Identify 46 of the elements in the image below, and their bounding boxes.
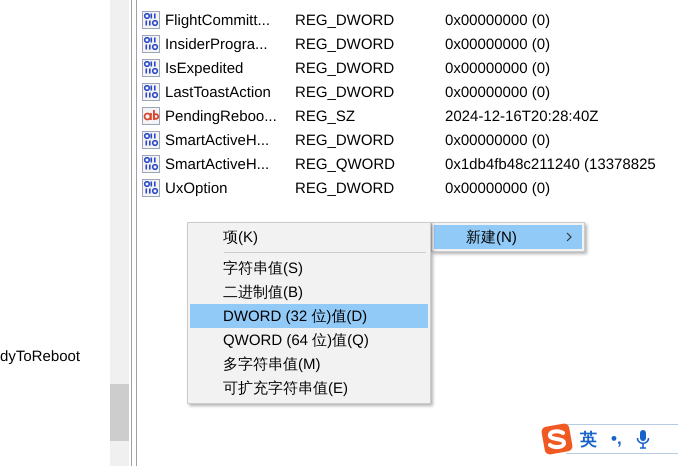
value-name[interactable]: SmartActiveH... [165,156,295,172]
value-data: 2024-12-16T20:28:40Z [445,108,600,124]
value-data: 0x00000000 (0) [445,36,552,52]
punctuation-toggle[interactable]: •, [611,429,622,449]
value-name[interactable]: FlightCommitt... [165,12,295,28]
string-value-icon [142,107,160,125]
value-type: REG_DWORD [295,84,396,100]
menu-item[interactable]: 可扩充字符串值(E) [190,376,428,400]
value-name[interactable]: UxOption [165,180,295,196]
menu-item[interactable]: DWORD (32 位)值(D) [190,304,428,328]
menu-item[interactable]: 新建(N) [434,225,582,249]
binary-value-icon [142,155,160,173]
value-type: REG_DWORD [295,132,396,148]
binary-value-icon [142,11,160,29]
microphone-icon[interactable] [636,429,650,449]
binary-value-icon [142,179,160,197]
menu-item[interactable]: 多字符串值(M) [190,352,428,376]
value-data: 0x00000000 (0) [445,84,552,100]
menu-item[interactable]: 项(K) [190,225,428,249]
tree-item[interactable]: dyToReboot [0,346,110,368]
binary-value-icon [142,35,160,53]
scrollbar-thumb[interactable] [110,384,129,441]
menu-item[interactable]: QWORD (64 位)值(Q) [190,328,428,352]
value-data: 0x1db4fb48c211240 (13378825 [445,156,657,172]
binary-value-icon [142,83,160,101]
value-name[interactable]: SmartActiveH... [165,132,295,148]
value-name[interactable]: PendingReboo... [165,108,295,124]
value-name[interactable]: InsiderProgra... [165,36,295,52]
value-type: REG_DWORD [295,12,396,28]
binary-value-icon [142,131,160,149]
language-toggle[interactable]: 英 [580,428,597,450]
menu-item[interactable]: 字符串值(S) [190,256,428,280]
binary-value-icon [142,59,160,77]
value-data: 0x00000000 (0) [445,180,552,196]
value-name[interactable]: IsExpedited [165,60,295,76]
value-type: REG_DWORD [295,180,396,196]
value-type: REG_DWORD [295,60,396,76]
value-data: 0x00000000 (0) [445,12,552,28]
value-type: REG_SZ [295,108,356,124]
value-data: 0x00000000 (0) [445,132,552,148]
value-name[interactable]: LastToastAction [165,84,295,100]
scrollbar-track[interactable] [110,0,129,466]
value-data: 0x00000000 (0) [445,60,552,76]
value-type: REG_QWORD [295,156,396,172]
menu-item[interactable]: 二进制值(B) [190,280,428,304]
value-type: REG_DWORD [295,36,396,52]
